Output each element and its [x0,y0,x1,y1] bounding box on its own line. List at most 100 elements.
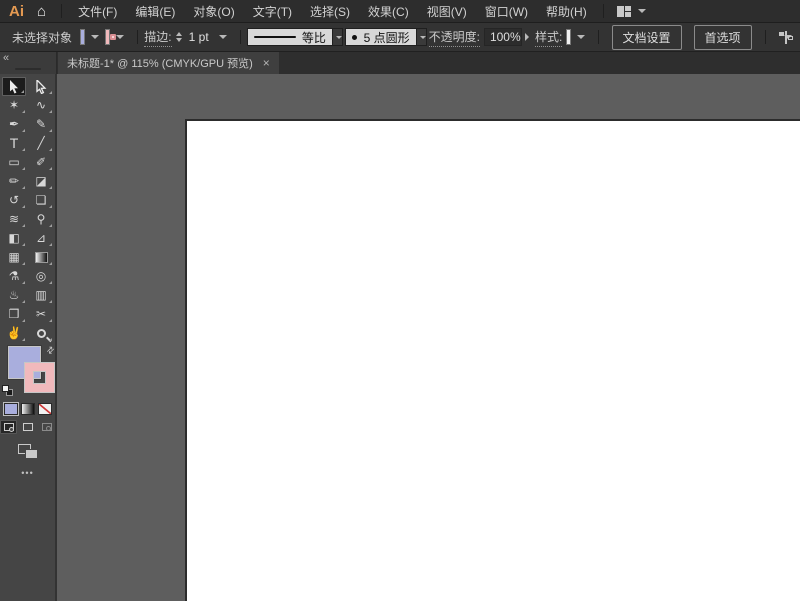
menu-select[interactable]: 选择(S) [306,3,354,20]
preferences-button[interactable]: 首选项 [693,24,752,50]
swap-fill-stroke-icon[interactable]: ⇄ [45,344,58,357]
screen-mode-button[interactable] [17,444,38,459]
paint-style-row [0,403,55,415]
zoom-tool-icon [36,329,46,338]
opacity-expand-button[interactable] [524,33,529,41]
stroke-profile-label: 等比 [301,30,326,45]
none-button[interactable] [37,403,52,415]
menu-window[interactable]: 窗口(W) [481,3,532,20]
home-icon[interactable]: ⌂ [37,4,46,19]
brush-definition-value: 5 点圆形 [363,30,410,45]
brush-definition-dropdown[interactable] [416,28,427,46]
column-graph-tool[interactable]: ▥ [29,286,53,305]
mesh-tool[interactable]: ▦ [2,248,26,267]
style-swatch[interactable] [566,29,572,45]
stroke-proxy-swatch[interactable] [25,363,54,392]
chevron-down-icon[interactable] [637,9,646,13]
artboard-tool[interactable]: ❒ [2,305,26,324]
draw-normal-button[interactable] [0,420,17,434]
zoom-tool[interactable] [29,324,53,343]
pasteboard[interactable] [57,74,800,601]
workspace-switcher-icon[interactable] [616,5,631,17]
color-button[interactable] [3,403,18,415]
close-tab-icon[interactable]: × [263,57,270,69]
stroke-profile-dropdown[interactable] [332,28,343,46]
stroke-profile-preview-icon [253,36,296,38]
document-tab-bar: « 未标题-1* @ 115% (CMYK/GPU 预览) × [0,52,800,74]
control-panel-options-icon[interactable] [778,30,793,44]
divider [602,4,604,18]
chevron-down-icon [91,35,100,39]
width-tool[interactable]: ≋ [2,210,26,229]
selection-status: 未选择对象 [12,30,73,45]
illustrator-window: Ai ⌂ 文件(F) 编辑(E) 对象(O) 文字(T) 选择(S) 效果(C)… [0,0,800,601]
fill-color-dropdown[interactable] [88,35,100,39]
drawing-modes-row [0,420,55,434]
curvature-tool[interactable]: ✎ [29,115,53,134]
menu-effect[interactable]: 效果(C) [364,3,413,20]
line-segment-tool[interactable]: ╱ [29,134,53,153]
menu-file[interactable]: 文件(F) [74,3,121,20]
stroke-weight-value[interactable]: 1 pt [189,30,209,44]
perspective-grid-tool[interactable]: ⊿ [29,229,53,248]
menu-object[interactable]: 对象(O) [189,3,238,20]
toolbar-gripper[interactable] [15,68,41,70]
opacity-label[interactable]: 不透明度: [428,28,480,47]
menu-bar: Ai ⌂ 文件(F) 编辑(E) 对象(O) 文字(T) 选择(S) 效果(C)… [0,0,800,23]
stroke-weight-label[interactable]: 描边: [144,28,172,47]
direct-selection-tool[interactable] [29,77,53,96]
selection-tool[interactable] [2,77,26,96]
stroke-weight-stepper[interactable] [175,32,182,42]
symbol-sprayer-tool[interactable]: ♨ [2,286,26,305]
stroke-color-swatch[interactable] [105,29,117,45]
menu-edit[interactable]: 编辑(E) [131,3,179,20]
shape-builder-tool[interactable]: ◧ [2,229,26,248]
document-tab-title: 未标题-1* @ 115% (CMYK/GPU 预览) [67,58,253,70]
brush-definition-field[interactable]: 5 点圆形 [344,28,417,46]
style-label[interactable]: 样式: [534,28,563,47]
gradient-tool[interactable] [29,248,53,267]
stroke-weight-dropdown[interactable] [216,35,227,39]
menu-type[interactable]: 文字(T) [249,3,296,20]
pen-tool[interactable]: ✒ [2,115,26,134]
chevron-down-icon [218,35,227,39]
chevron-down-icon [116,35,125,39]
style-dropdown[interactable] [574,35,586,39]
menu-view[interactable]: 视图(V) [423,3,471,20]
toolbar-header: « [0,52,57,74]
blend-tool[interactable]: ◎ [29,267,53,286]
rectangle-tool[interactable]: ▭ [2,153,26,172]
draw-behind-button[interactable] [19,420,36,434]
gradient-button[interactable] [20,403,35,415]
type-tool[interactable]: T [2,134,26,153]
fill-stroke-proxy: ⇄ [0,344,58,401]
draw-inside-button[interactable] [38,420,55,434]
artboard[interactable] [185,119,800,601]
magic-wand-tool[interactable]: ✶ [2,96,26,115]
paintbrush-tool[interactable]: ✐ [29,153,53,172]
illustrator-logo: Ai [9,2,24,20]
slice-tool[interactable]: ✂ [29,305,53,324]
rotate-tool[interactable]: ↺ [2,191,26,210]
shaper-tool[interactable]: ✏ [2,172,26,191]
document-tab[interactable]: 未标题-1* @ 115% (CMYK/GPU 预览) × [58,52,279,74]
lasso-tool[interactable]: ∿ [29,96,53,115]
free-transform-tool[interactable]: ⚲ [29,210,53,229]
opacity-value-field[interactable]: 100% [483,28,522,46]
eraser-tool[interactable]: ◪ [29,172,53,191]
eyedropper-tool[interactable]: ⚗ [2,267,26,286]
default-fill-stroke-icon[interactable] [2,385,13,396]
document-setup-button[interactable]: 文档设置 [611,24,682,50]
edit-toolbar-button[interactable]: ••• [0,468,55,478]
control-bar: 未选择对象 描边: 1 pt 等比 5 点圆形 不透明度: 100% 样式: 文… [0,23,800,52]
tools-panel: ✶ ∿ ✒ ✎ T ╱ ▭ ✐ ✏ ◪ ↺ ❏ ≋ ⚲ ◧ ⊿ ▦ ⚗ ◎ ♨ [0,74,57,601]
chevron-down-icon [577,35,586,39]
menu-help[interactable]: 帮助(H) [542,3,591,20]
gradient-tool-icon [34,252,48,263]
hand-tool[interactable]: ✌ [2,324,26,343]
collapse-toolbar-icon[interactable]: « [3,52,9,64]
scale-tool[interactable]: ❏ [29,191,53,210]
fill-color-swatch[interactable] [80,29,86,45]
stroke-profile-field[interactable]: 等比 [246,28,333,46]
divider [61,4,63,18]
